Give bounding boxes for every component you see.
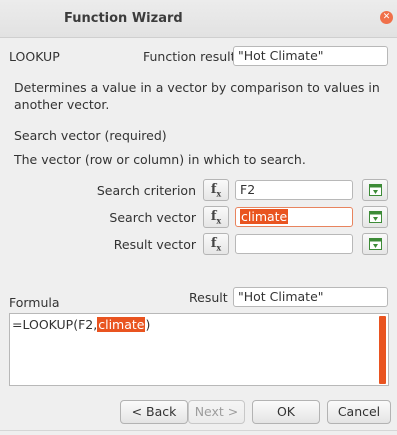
shrink-icon [369, 211, 382, 223]
back-button[interactable]: < Back [120, 400, 188, 424]
selected-text: climate [97, 317, 146, 332]
shrink-button[interactable] [362, 179, 388, 201]
result-vector-input[interactable] [235, 234, 353, 254]
ok-button[interactable]: OK [252, 400, 320, 424]
formula-editor[interactable]: =LOOKUP(F2,climate) [9, 313, 389, 386]
divider [0, 430, 397, 431]
fx-icon: fx [210, 182, 222, 199]
function-fx-button[interactable]: fx [203, 233, 229, 255]
shrink-button[interactable] [362, 233, 388, 255]
formula-result-field: "Hot Climate" [233, 287, 388, 307]
next-button[interactable]: Next > [188, 400, 245, 424]
function-name: LOOKUP [9, 49, 60, 64]
formula-label: Formula [9, 295, 60, 310]
close-icon[interactable]: ✕ [380, 11, 393, 24]
function-result-label: Function result [143, 49, 236, 64]
param-label: Search vector [109, 210, 196, 225]
search-criterion-input[interactable]: F2 [235, 180, 353, 200]
fx-icon: fx [210, 209, 222, 226]
argument-name: Search vector (required) [14, 128, 167, 143]
function-description: Determines a value in a vector by compar… [14, 80, 380, 112]
function-result-field: "Hot Climate" [233, 46, 388, 66]
selected-text: climate [240, 209, 289, 224]
cancel-button[interactable]: Cancel [327, 400, 391, 424]
title-bar: Function Wizard ✕ [0, 0, 397, 38]
search-vector-input[interactable]: climate [235, 207, 353, 227]
function-fx-button[interactable]: fx [203, 179, 229, 201]
formula-text: =LOOKUP(F2,climate) [12, 317, 151, 332]
formula-result-label: Result [189, 290, 228, 305]
shrink-icon [369, 238, 382, 250]
function-fx-button[interactable]: fx [203, 206, 229, 228]
scrollbar[interactable] [379, 316, 386, 384]
window-title: Function Wizard [64, 11, 183, 26]
shrink-button[interactable] [362, 206, 388, 228]
shrink-icon [369, 184, 382, 196]
param-label: Search criterion [96, 183, 196, 198]
argument-description: The vector (row or column) in which to s… [14, 152, 306, 167]
fx-icon: fx [210, 236, 222, 253]
param-label: Result vector [113, 237, 196, 252]
